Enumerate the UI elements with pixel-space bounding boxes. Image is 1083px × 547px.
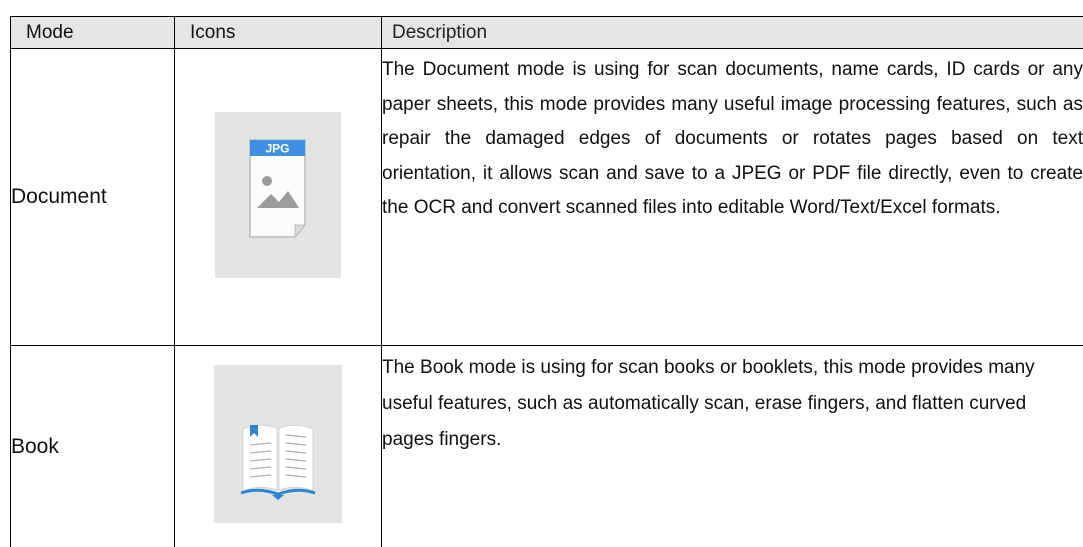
mode-description-document: The Document mode is using for scan docu… [381,48,1083,347]
jpg-file-icon: JPG [215,111,341,278]
mode-description-book: The Book mode is using for scan books or… [381,345,1083,547]
mode-name-document: Document [10,48,175,347]
icon-cell-book [174,345,382,547]
open-book-icon [214,365,342,524]
header-icons: Icons [174,15,382,50]
icon-cell-document: JPG [174,48,382,347]
header-description: Description [381,15,1083,50]
header-mode: Mode [10,15,175,50]
table-row: Book The Book mode is using for scan boo… [10,345,1083,547]
jpg-badge-label: JPG [265,141,289,155]
table-header-row: Mode Icons Description [10,15,1083,50]
mode-name-book: Book [10,345,175,547]
scan-modes-table: Mode Icons Description Document JPG The … [10,15,1083,547]
table-row: Document JPG The Document mode is using … [10,48,1083,347]
